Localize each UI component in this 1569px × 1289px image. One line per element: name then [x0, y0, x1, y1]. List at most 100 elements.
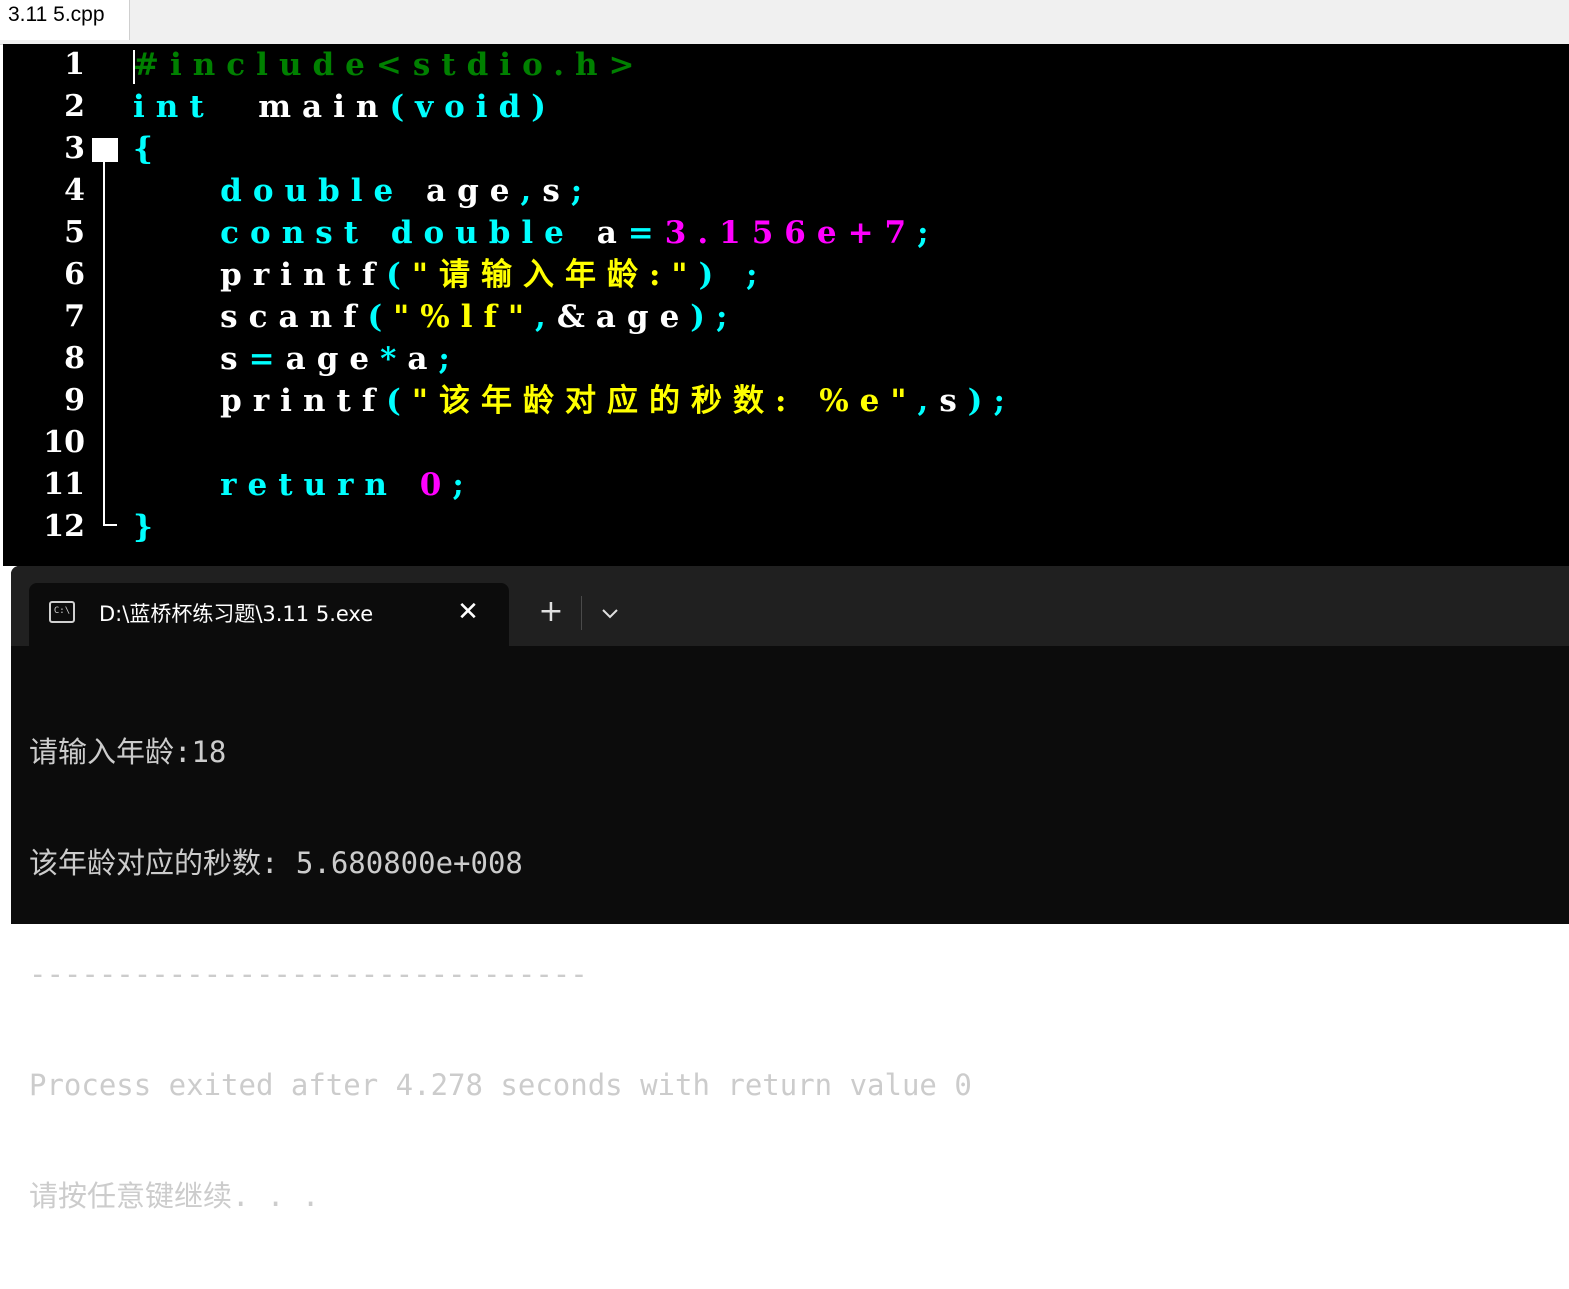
output-line: 请输入年龄:18: [29, 735, 227, 769]
code-line[interactable]: 10: [3, 422, 1569, 464]
line-number: 2: [64, 89, 85, 124]
code-token: {: [133, 131, 164, 167]
new-tab-button[interactable]: +: [533, 596, 569, 630]
code-token: *: [380, 341, 408, 377]
code-text: #include<stdio.h>: [133, 44, 646, 86]
code-token: (: [389, 89, 416, 125]
text-caret: [133, 50, 135, 84]
code-token: ) ;: [698, 257, 769, 293]
code-token: ;: [452, 467, 475, 503]
code-text: const double a=3.156e+7;: [133, 212, 940, 254]
code-token: age: [404, 173, 521, 209]
dropdown-button[interactable]: [595, 598, 625, 628]
code-text: printf("请输入年龄:") ;: [133, 254, 768, 296]
code-line[interactable]: 12}: [3, 506, 1569, 548]
code-token: ;: [438, 341, 461, 377]
code-line[interactable]: 11 return 0;: [3, 464, 1569, 506]
code-token: ,: [535, 299, 557, 335]
line-number: 12: [43, 509, 85, 544]
code-token: double: [220, 173, 405, 209]
terminal-tab[interactable]: C:\ D:\蓝桥杯练习题\3.11 5.exe ✕: [29, 583, 509, 646]
line-number: 3: [64, 131, 85, 166]
line-number: 4: [64, 173, 85, 208]
code-token: ,: [520, 173, 543, 209]
code-text: double age,s;: [133, 170, 593, 212]
code-text: int main(void): [133, 86, 557, 128]
code-token: int: [133, 89, 215, 125]
terminal-output[interactable]: 请输入年龄:18 该年龄对应的秒数: 5.680800e+008 -------…: [29, 660, 1549, 1289]
code-token: "该年龄对应的秒数: %e": [411, 383, 918, 419]
code-token: s: [542, 173, 571, 209]
code-text: }: [133, 506, 164, 548]
code-line[interactable]: 3{: [3, 128, 1569, 170]
code-token: const double: [220, 215, 575, 251]
line-number: 11: [43, 467, 85, 502]
code-token: ,: [917, 383, 940, 419]
terminal-title-bar: C:\ D:\蓝桥杯练习题\3.11 5.exe ✕ +: [11, 566, 1569, 646]
code-line[interactable]: 4 double age,s;: [3, 170, 1569, 212]
code-line[interactable]: 9 printf("该年龄对应的秒数: %e",s);: [3, 380, 1569, 422]
code-token: s: [220, 341, 249, 377]
code-text: scanf("%lf",&age);: [133, 296, 738, 338]
code-line[interactable]: 5 const double a=3.156e+7;: [3, 212, 1569, 254]
code-token: a: [407, 341, 439, 377]
code-token: (: [386, 257, 412, 293]
code-token: );: [690, 299, 739, 335]
code-token: );: [967, 383, 1016, 419]
code-line[interactable]: 2 int main(void): [3, 86, 1569, 128]
line-number: 7: [64, 299, 85, 334]
code-line[interactable]: 7 scanf("%lf",&age);: [3, 296, 1569, 338]
output-line: --------------------------------: [29, 957, 588, 991]
code-token: ;: [570, 173, 594, 209]
code-token: (: [386, 383, 412, 419]
code-token: 3.156e+7: [664, 215, 918, 251]
console-icon: C:\: [49, 601, 75, 623]
code-token: =: [248, 341, 286, 377]
chevron-down-icon: [602, 609, 618, 619]
code-text: {: [133, 128, 164, 170]
code-line[interactable]: 1 #include<stdio.h>: [3, 44, 1569, 86]
code-token: ;: [917, 215, 940, 251]
code-token: =: [627, 215, 665, 251]
terminal-window: C:\ D:\蓝桥杯练习题\3.11 5.exe ✕ + 请输入年龄:18 该年…: [11, 566, 1569, 1213]
code-line[interactable]: 6 printf("请输入年龄:") ;: [3, 254, 1569, 296]
code-token: scanf: [220, 299, 368, 335]
close-tab-button[interactable]: ✕: [453, 597, 483, 627]
code-line[interactable]: 8 s=age*a;: [3, 338, 1569, 380]
code-token: "%lf": [393, 299, 536, 335]
output-line: 请按任意键继续. . .: [29, 1179, 320, 1213]
line-number: 8: [64, 341, 85, 376]
line-number: 5: [64, 215, 85, 250]
code-text: s=age*a;: [133, 338, 461, 380]
editor-tab-bar: 3.11 5.cpp: [0, 0, 1569, 45]
line-number: 10: [43, 425, 85, 460]
code-token: printf: [220, 383, 387, 419]
code-token: #include<stdio.h>: [133, 47, 646, 83]
code-editor[interactable]: 1 #include<stdio.h> 2 int main(void) 3{4 dou…: [3, 44, 1569, 566]
code-token: age: [285, 341, 381, 377]
code-token: "请输入年龄:": [411, 257, 699, 293]
code-token: &age: [556, 299, 691, 335]
line-number: 9: [64, 383, 85, 418]
code-token: printf: [220, 257, 387, 293]
terminal-tab-title: D:\蓝桥杯练习题\3.11 5.exe: [99, 602, 374, 626]
line-number: 6: [64, 257, 85, 292]
code-token: a: [574, 215, 628, 251]
code-token: }: [133, 509, 164, 545]
code-text: printf("该年龄对应的秒数: %e",s);: [133, 380, 1016, 422]
code-token: main: [214, 89, 390, 125]
code-text: return 0;: [133, 464, 475, 506]
code-token: 0: [419, 467, 453, 503]
code-token: return: [220, 467, 398, 503]
editor-tab-file[interactable]: 3.11 5.cpp: [0, 0, 130, 40]
code-token: void: [415, 89, 532, 125]
code-token: (: [367, 299, 394, 335]
